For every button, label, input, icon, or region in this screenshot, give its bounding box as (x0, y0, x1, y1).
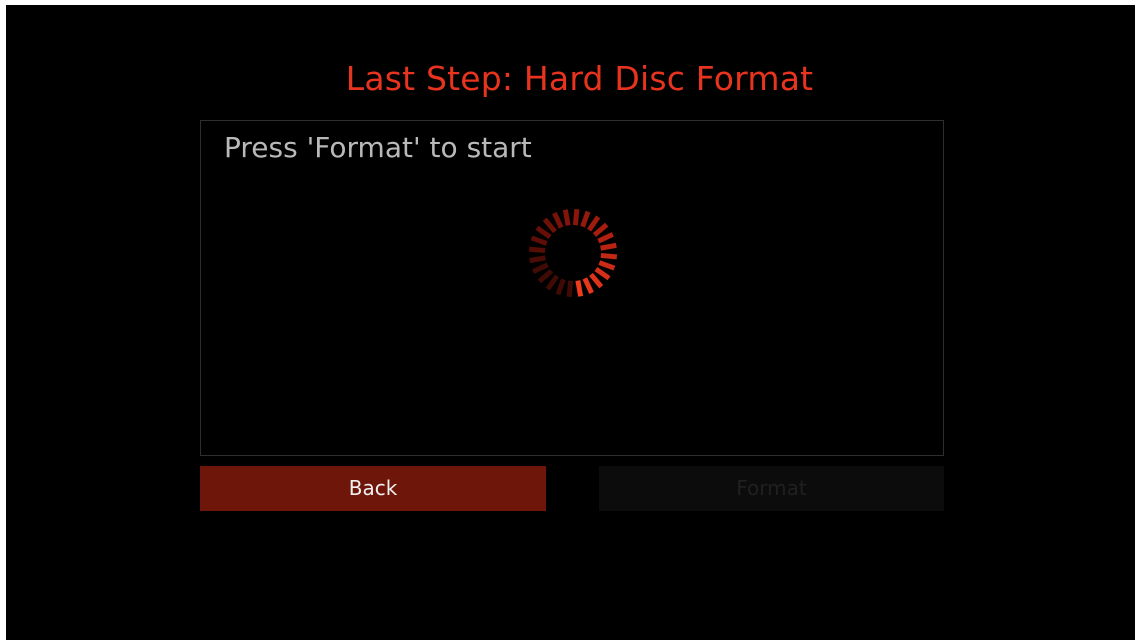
format-button[interactable]: Format (599, 466, 944, 511)
spinner-segment (600, 252, 618, 260)
spinner-segment (537, 269, 554, 284)
spinner-segment (600, 242, 617, 251)
instruction-text: Press 'Format' to start (224, 131, 532, 164)
back-button[interactable]: Back (200, 466, 546, 511)
spinner-segment (530, 235, 548, 246)
spinner-segment (580, 210, 591, 228)
spinner-segment (535, 225, 552, 239)
spinner-segment (552, 212, 564, 229)
spinner-segment (587, 215, 601, 232)
spinner-segment (562, 209, 571, 226)
spinner-segment (572, 208, 580, 226)
spinner-segment (528, 246, 546, 254)
spinner-segment (594, 267, 611, 281)
spinner-segment (542, 217, 557, 234)
spinner-segment (566, 280, 574, 298)
spinner-segment (598, 260, 616, 271)
spinner-segment (545, 274, 559, 291)
spinner-segment (555, 278, 566, 296)
spinner-segment (589, 272, 604, 289)
spinner-segment (592, 222, 609, 237)
spinner-segment (575, 280, 584, 297)
page-title: Last Step: Hard Disc Format (345, 59, 814, 98)
loading-spinner-icon (528, 208, 618, 298)
format-panel: Press 'Format' to start (200, 120, 944, 456)
spinner-segment (582, 277, 594, 294)
screen: Last Step: Hard Disc Format Press 'Forma… (6, 5, 1135, 640)
spinner-segment (532, 262, 549, 274)
spinner-segment (597, 232, 614, 244)
spinner-segment (529, 255, 546, 264)
